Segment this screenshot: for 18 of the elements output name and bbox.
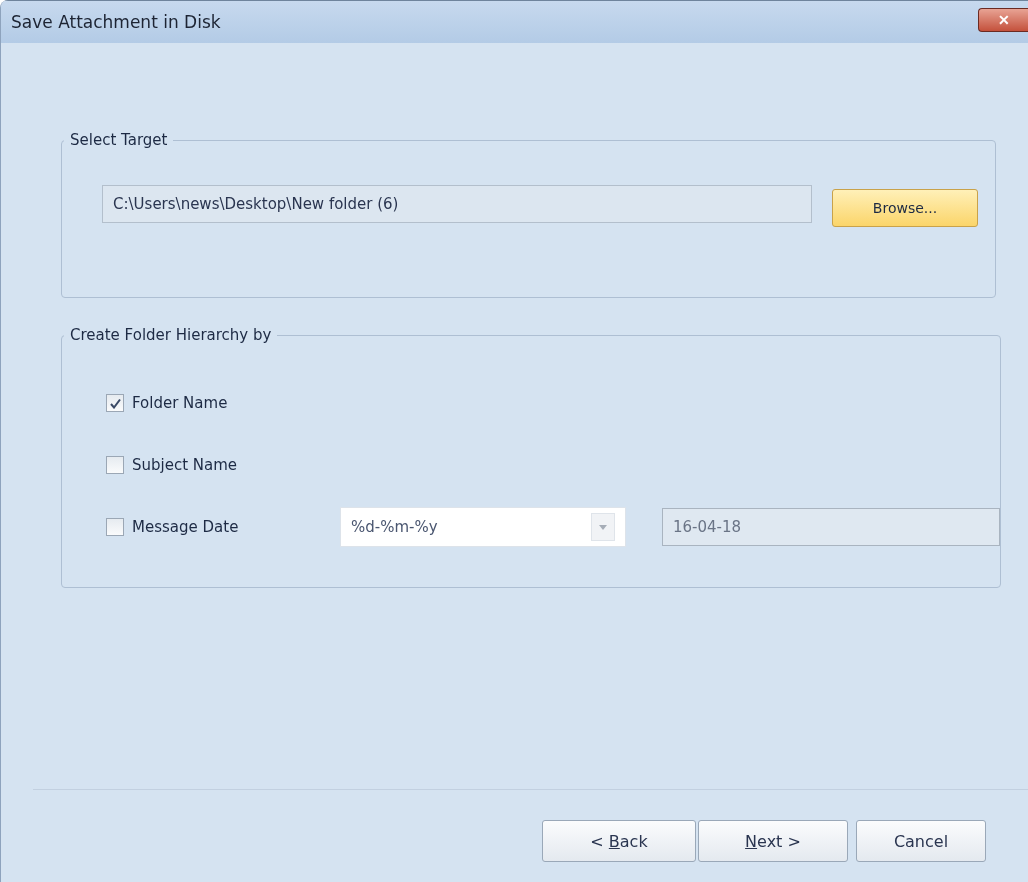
back-button[interactable]: < Back	[542, 820, 696, 862]
date-preview-field[interactable]: 16-04-18	[662, 508, 1000, 546]
group-title: Create Folder Hierarchy by	[69, 326, 273, 344]
check-icon	[109, 397, 121, 409]
window-title: Save Attachment in Disk	[11, 12, 221, 32]
date-format-dropdown[interactable]: %d-%m-%y	[340, 507, 626, 547]
group-title: Select Target	[69, 131, 169, 149]
cancel-button[interactable]: Cancel	[856, 820, 986, 862]
checkbox-label: Folder Name	[132, 394, 229, 412]
checkbox[interactable]	[106, 456, 124, 474]
checkbox[interactable]	[106, 518, 124, 536]
dropdown-arrow-icon	[599, 524, 607, 530]
checkbox-label: Message Date	[132, 518, 240, 536]
checkbox-label: Subject Name	[132, 456, 239, 474]
next-button[interactable]: Next >	[698, 820, 848, 862]
path-field[interactable]: C:\Users\news\Desktop\New folder (6)	[102, 185, 812, 223]
checkbox[interactable]	[106, 394, 124, 412]
browse-button[interactable]: Browse...	[832, 189, 978, 227]
